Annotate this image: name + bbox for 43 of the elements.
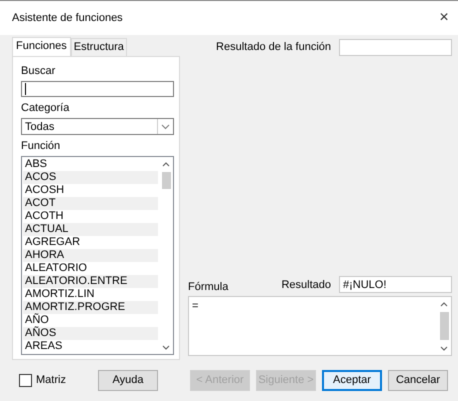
list-item[interactable]: ACTUAL — [23, 223, 158, 236]
list-item[interactable]: ACOTH — [23, 210, 158, 223]
search-field[interactable] — [21, 81, 174, 97]
dialog-button[interactable]: Ayuda — [98, 370, 158, 390]
scroll-thumb[interactable] — [440, 312, 448, 340]
tab[interactable]: Estructura — [70, 38, 127, 56]
field-label: Fórmula — [188, 281, 228, 293]
close-button[interactable]: × — [436, 9, 452, 27]
formula-field[interactable]: = — [188, 296, 452, 356]
dialog-button[interactable]: Cancelar — [388, 370, 448, 390]
field-label: Función — [21, 140, 62, 153]
dialog-button[interactable]: Aceptar — [322, 370, 382, 390]
list-item[interactable]: ACOT — [23, 197, 158, 210]
field-label: Categoría — [21, 102, 70, 115]
chevron-down-icon — [161, 124, 170, 130]
list-item[interactable]: ACOSH — [23, 184, 158, 197]
list-item[interactable]: ACOS — [23, 171, 158, 184]
field-label: Resultado — [281, 278, 331, 290]
tab[interactable]: Funciones — [12, 37, 71, 56]
list-item[interactable]: ALEATORIO.ENTRE — [23, 275, 158, 288]
field-label: Resultado de la función — [216, 41, 331, 53]
result-field[interactable] — [339, 38, 452, 56]
field-label: Buscar — [21, 65, 56, 78]
list-item[interactable]: ALEATORIO — [23, 262, 158, 275]
list-item[interactable]: AREAS — [23, 340, 158, 353]
function-list[interactable]: ABS ACOS ACOSH ACOT ACOTH ACTUAL AGREGAR AHORA ALEATORIO ALEATORIO.ENTRE AMORTIZ.LIN AMORTIZ.PROGRE AÑO AÑOS AREAS — [21, 156, 174, 355]
scroll-up-icon[interactable] — [162, 162, 170, 166]
category-dropdown[interactable]: Todas — [21, 118, 174, 135]
scroll-up-icon[interactable] — [440, 302, 448, 306]
list-item[interactable]: AHORA — [23, 249, 158, 262]
checkbox[interactable] — [19, 374, 32, 386]
scroll-down-icon[interactable] — [440, 346, 448, 350]
list-item[interactable]: AÑOS — [23, 327, 158, 340]
scroll-down-icon[interactable] — [162, 344, 170, 350]
list-item[interactable]: ABS — [23, 158, 158, 171]
list-item[interactable]: AGREGAR — [23, 236, 158, 249]
scroll-thumb[interactable] — [162, 172, 170, 189]
list-item[interactable]: AMORTIZ.PROGRE — [23, 301, 158, 314]
result-field[interactable]: #¡NULO! — [339, 276, 452, 293]
window-title: Asistente de funciones — [12, 12, 123, 24]
list-item[interactable]: AMORTIZ.LIN — [23, 288, 158, 301]
list-item[interactable]: AÑO — [23, 314, 158, 327]
checkbox-label: Matriz — [36, 374, 66, 386]
